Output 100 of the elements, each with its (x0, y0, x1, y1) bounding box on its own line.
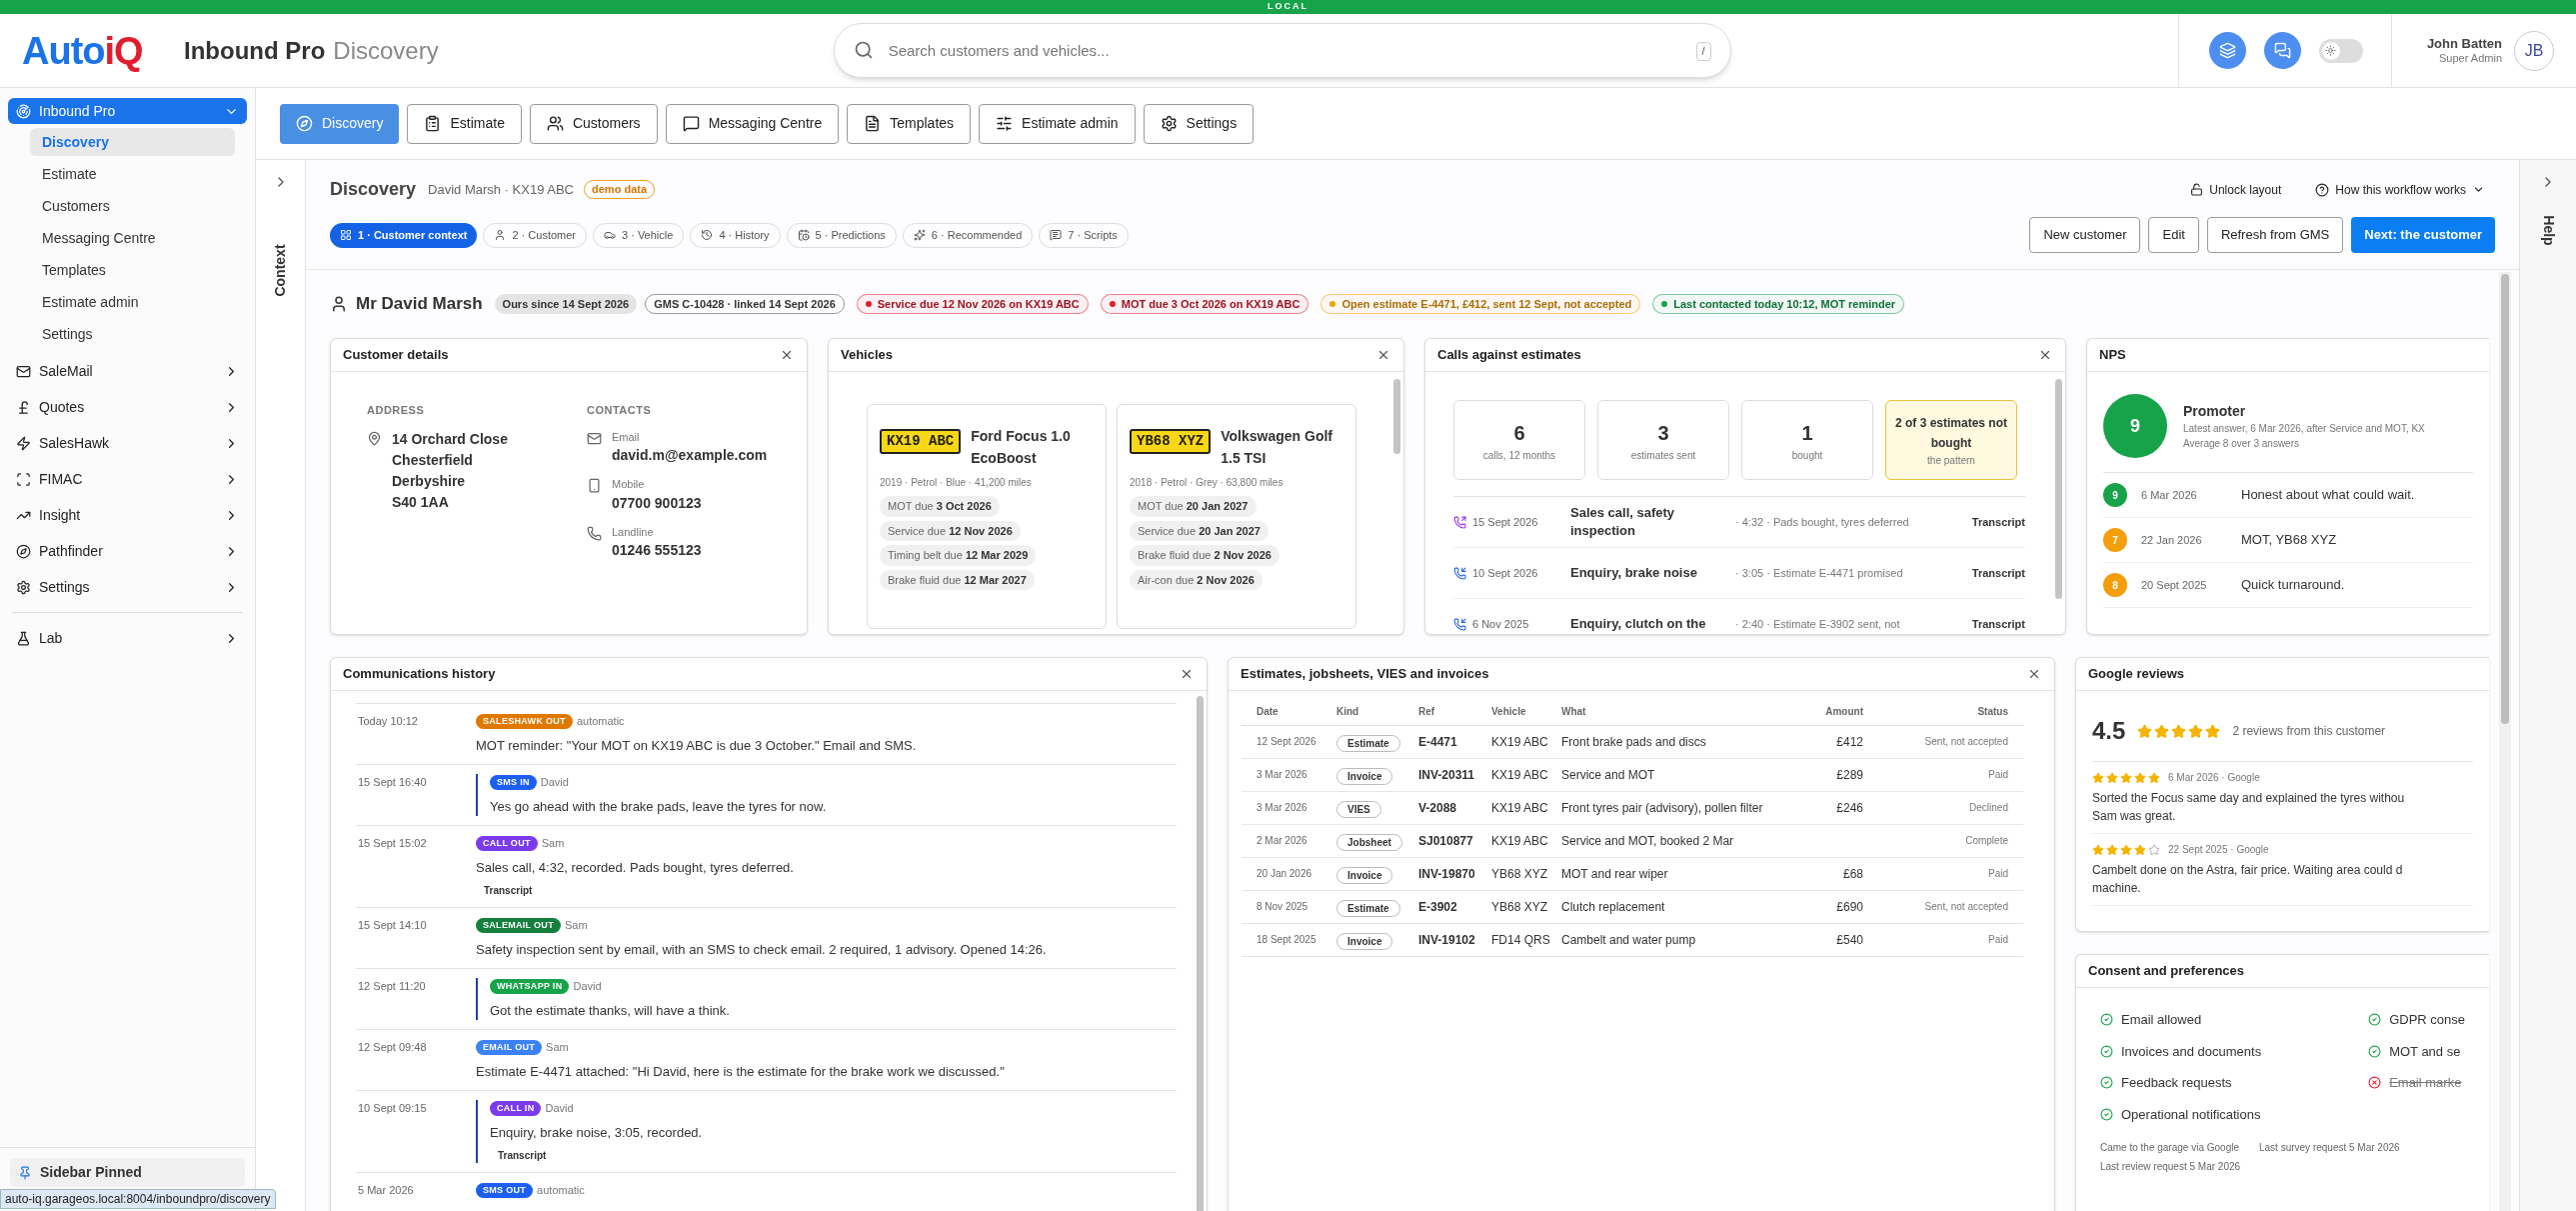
check-circle-icon (2100, 1107, 2113, 1121)
call-date: 6 Nov 2025 (1472, 616, 1530, 632)
nav-tab[interactable]: Customers (529, 103, 658, 144)
sidebar-item[interactable]: Insight (8, 502, 247, 528)
table-cell: Paid (1863, 923, 2023, 956)
sidebar-item[interactable]: Settings (8, 574, 247, 600)
sidebar-item[interactable]: FIMAC (8, 466, 247, 492)
due-date-chip: Service due 12 Nov 2026 (880, 520, 1021, 541)
transcript-link[interactable]: Transcript (498, 1148, 547, 1163)
nav-tab[interactable]: Templates (847, 103, 972, 144)
environment-banner: LOCAL (0, 0, 2576, 14)
scrollbar[interactable] (1393, 379, 1400, 454)
shortcut-key: / (1695, 42, 1711, 61)
table-cell: FD14 QRS (1491, 923, 1561, 956)
scrollbar[interactable] (1197, 696, 1204, 1211)
person-icon (494, 229, 507, 241)
consent-label: Operational notifications (2121, 1105, 2261, 1124)
page-subtitle: David Marsh · KX19 ABC (428, 180, 574, 199)
stat-label: bought (1791, 448, 1823, 463)
nav-tab[interactable]: Estimate (407, 103, 522, 144)
call-detail: · 3:05 · Estimate E-4471 promised (1735, 565, 1904, 581)
transcript-link[interactable]: Transcript (1971, 615, 2025, 633)
secondary-button[interactable]: Edit (2148, 217, 2199, 253)
theme-toggle[interactable] (2318, 38, 2363, 63)
close-icon (1180, 667, 1194, 681)
nps-date: 6 Mar 2026 (2141, 487, 2198, 503)
column-header: Date (1242, 699, 1336, 725)
sidebar-subitem[interactable]: Templates (30, 256, 235, 284)
context-rail-label[interactable]: Context (270, 243, 291, 297)
message-text: Safety inspection sent by email, with an SMS to check email. 2 required, 1 advisory. Opened 14:26. (476, 940, 1047, 959)
message-text: Got the estimate thanks, will have a think. (490, 1001, 730, 1020)
workflow-help-link[interactable]: How this workflow works (2315, 180, 2485, 199)
transcript-link[interactable]: Transcript (1971, 513, 2025, 531)
chat-button[interactable] (2263, 32, 2301, 69)
secondary-button[interactable]: Refresh from GMS (2206, 217, 2344, 253)
sidebar-subitem[interactable]: Messaging Centre (30, 224, 235, 252)
table-cell: KX19 ABC (1491, 791, 1561, 824)
unlock-layout-link[interactable]: Unlock layout (2190, 180, 2282, 199)
sidebar-subitem[interactable]: Discovery (30, 128, 235, 156)
vehicle-name: Ford Focus 1.0 EcoBoost (971, 427, 1072, 468)
card-title: NPS (2099, 346, 2126, 365)
nav-tab[interactable]: Messaging Centre (665, 103, 840, 144)
column-header: Ref (1418, 699, 1491, 725)
envelope-icon (587, 430, 602, 446)
sidebar-item[interactable]: Lab (8, 625, 247, 651)
nav-tab[interactable]: Estimate admin (979, 103, 1136, 144)
sidebar-item[interactable]: Quotes (8, 394, 247, 420)
document-icon (864, 115, 882, 132)
column-header: Vehicle (1491, 699, 1561, 725)
user-role: Super Admin (2439, 51, 2502, 66)
consent-note: Came to the garage via Google (2100, 1141, 2239, 1155)
number-plate: KX19 ABC (880, 429, 962, 454)
sun-icon (2325, 45, 2337, 56)
message-author: Sam (564, 918, 588, 933)
message-text: MOT reminder: "Your MOT on KX19 ABC is due 3 October." Email and SMS. (476, 736, 917, 755)
transcript-link[interactable]: Transcript (484, 883, 533, 898)
table-cell: Service and MOT, booked 2 Mar (1561, 824, 1816, 857)
sidebar-item[interactable]: Pathfinder (8, 538, 247, 564)
stack-icon (2218, 42, 2236, 59)
card-title: Vehicles (841, 346, 894, 365)
consent-label: Invoices and documents (2121, 1042, 2262, 1061)
check-circle-icon (2100, 1044, 2113, 1058)
primary-button[interactable]: Next: the customer (2351, 217, 2495, 253)
sliders-icon (996, 115, 1014, 132)
table-cell: INV-20311 (1418, 758, 1491, 791)
table-cell: Cambelt and water pump (1561, 923, 1816, 956)
table-cell: E-3902 (1418, 890, 1491, 923)
lightning-icon (16, 435, 31, 451)
help-rail-label[interactable]: Help (2537, 214, 2559, 246)
table-cell: Clutch replacement (1561, 890, 1816, 923)
consent-label: Email allowed (2121, 1011, 2202, 1029)
transcript-link[interactable]: Transcript (1971, 564, 2025, 582)
column-header: Kind (1336, 699, 1418, 725)
sidebar-subitem[interactable]: Settings (30, 320, 235, 348)
sidebar-item[interactable]: SalesHawk (8, 430, 247, 456)
call-title: Enquiry, brake noise (1570, 564, 1698, 582)
sidebar-subitem[interactable]: Estimate (30, 160, 235, 188)
sidebar-item[interactable]: SaleMail (8, 358, 247, 384)
page-title: Discovery (333, 35, 439, 66)
sidebar-pin-button[interactable]: Sidebar Pinned (10, 1158, 245, 1187)
scrollbar[interactable] (2501, 274, 2509, 724)
secondary-button[interactable]: New customer (2029, 217, 2141, 253)
scrollbar[interactable] (2055, 379, 2062, 599)
alert-tag: Last contacted today 10:12, MOT reminder (1652, 293, 1905, 315)
number-plate: YB68 XYZ (1130, 429, 1212, 454)
channel-tag: SALEMAIL OUT (476, 917, 561, 933)
step-tab[interactable]: 1 · Customer context (330, 222, 478, 248)
sidebar-subitem[interactable]: Estimate admin (30, 288, 235, 316)
column-header: Status (1863, 699, 2023, 725)
table-cell: YB68 XYZ (1491, 857, 1561, 890)
sidebar-subitem[interactable]: Customers (30, 192, 235, 220)
vehicle-name: Volkswagen Golf 1.5 TSI (1221, 427, 1333, 468)
sidebar-item[interactable]: Inbound Pro (8, 98, 247, 124)
table-cell: INV-19870 (1418, 857, 1491, 890)
stack-button[interactable] (2208, 32, 2246, 69)
nav-tab[interactable]: Settings (1143, 103, 1255, 144)
star-filled-icon (2106, 843, 2118, 856)
due-date-chip: Air-con due 2 Nov 2026 (1130, 569, 1263, 590)
stat-value: 1 (1801, 420, 1813, 446)
table-cell: 20 Jan 2026 (1242, 857, 1336, 890)
